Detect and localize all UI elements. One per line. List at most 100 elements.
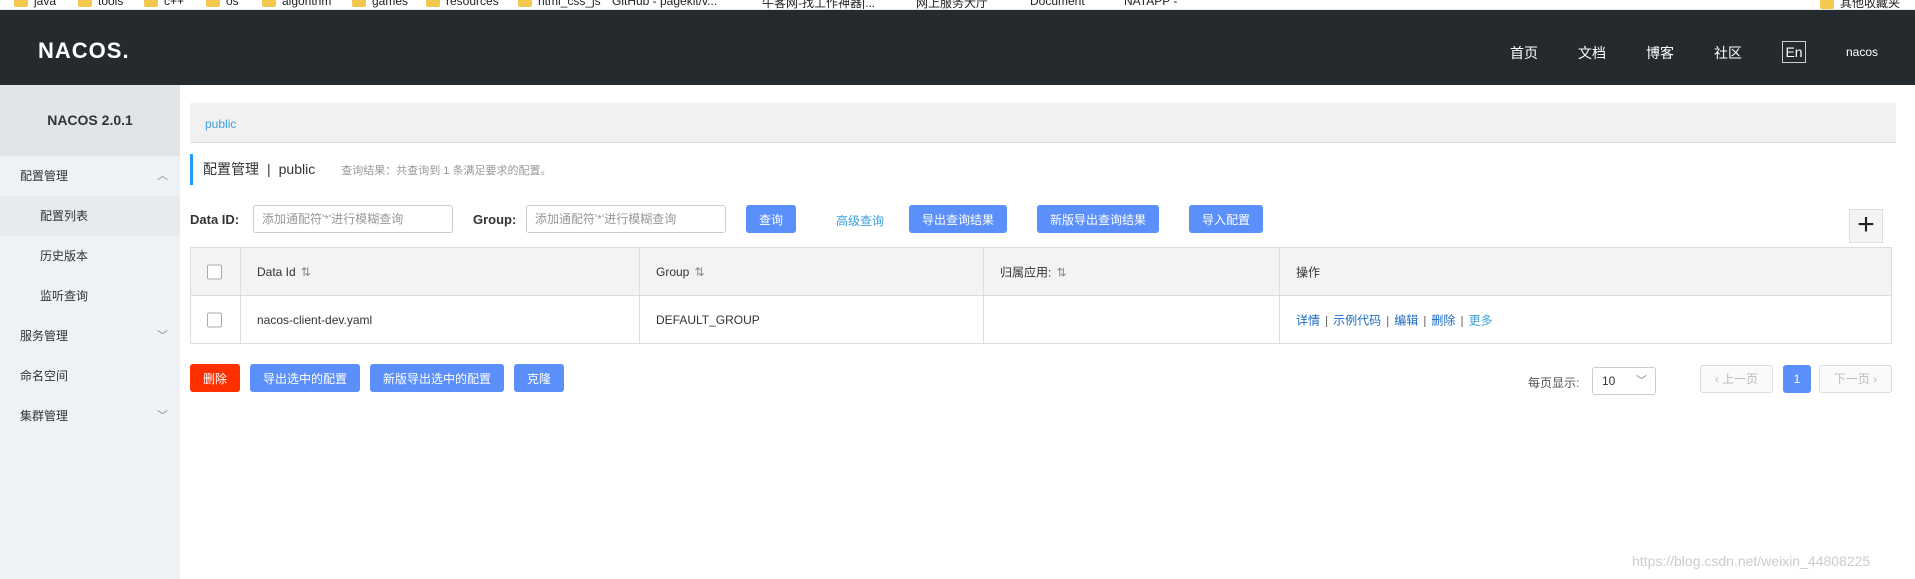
delete-link[interactable]: 删除 [1431,313,1455,327]
per-page-select[interactable]: 10 ﹀ [1592,367,1656,395]
select-all-checkbox[interactable] [207,264,222,279]
table-row: nacos-client-dev.yaml DEFAULT_GROUP 详情 | 示… [191,296,1891,343]
nav-home[interactable]: 首页 [1510,43,1538,63]
prev-page-label: 上一页 [1722,372,1759,386]
sidebar-item-config-list[interactable]: 配置列表 [0,196,180,236]
next-page-label: 下一页 [1833,372,1870,386]
bookmark-item[interactable]: Document [1030,0,1085,8]
language-switch[interactable]: En [1782,41,1806,63]
add-config-button[interactable]: + [1849,209,1883,243]
group-value: DEFAULT_GROUP [656,312,760,327]
sort-icon: ⇅ [694,264,705,279]
sidebar-item-config-management[interactable]: 配置管理 ︿ [0,156,180,196]
page-title: 配置管理 | public 查询结果：共查询到 1 条满足要求的配置。 [190,154,551,185]
sidebar-item-label: 历史版本 [40,249,89,263]
sidebar-item-label: 服务管理 [20,329,69,343]
chevron-down-icon: ﹀ [157,410,168,422]
next-page-button[interactable]: 下一页 › [1819,365,1892,393]
folder-icon [1820,0,1834,9]
folder-icon [262,0,276,8]
nacos-logo[interactable]: NACOS. [38,38,130,64]
chevron-right-icon: › [1869,372,1878,386]
sidebar-item-service-management[interactable]: 服务管理 ﹀ [0,316,180,356]
header-app-label: 归属应用: [1000,265,1052,279]
bookmarks-bar: java tools c++ os algorithm games resour… [0,0,1915,10]
bookmark-item[interactable]: GitHub - pagekit/v... [612,0,717,8]
header-operations: 操作 [1280,248,1891,295]
group-search-input[interactable] [526,205,726,233]
sidebar-item-label: 监听查询 [40,289,89,303]
import-config-button[interactable]: 导入配置 [1189,205,1263,233]
folder-icon [14,0,28,8]
bookmark-item[interactable]: 网上服务大厅 [916,0,988,9]
namespace-public-link[interactable]: public [205,117,236,131]
bookmark-item[interactable]: 牛客网-找工作神器|... [762,0,875,9]
new-export-selected-button[interactable]: 新版导出选中的配置 [370,364,504,392]
page-1-button[interactable]: 1 [1783,365,1811,393]
query-result-text: 查询结果：共查询到 1 条满足要求的配置。 [341,165,552,177]
header-group[interactable]: Group ⇅ [640,248,984,295]
bookmark-item[interactable]: algorithm [262,0,331,8]
dataid-label: Data ID: [190,212,240,227]
bookmark-item[interactable]: html_css_js [518,0,601,8]
query-button[interactable]: 查询 [746,205,796,233]
header-group-label: Group [656,264,690,279]
plus-icon: + [1857,208,1875,241]
chevron-up-icon: ︿ [157,170,168,182]
sidebar-item-listener-query[interactable]: 监听查询 [0,276,180,316]
top-header: NACOS. 首页 文档 博客 社区 En nacos [0,10,1915,85]
folder-icon [518,0,532,8]
delete-selected-button[interactable]: 删除 [190,364,240,392]
config-table: Data Id ⇅ Group ⇅ 归属应用: ⇅ 操作 nacos-client-d… [190,247,1892,344]
sample-code-link[interactable]: 示例代码 [1333,313,1381,327]
nav-blog[interactable]: 博客 [1646,43,1674,63]
sidebar-item-history[interactable]: 历史版本 [0,236,180,276]
header-dataid-label: Data Id [257,264,296,279]
namespace-breadcrumb: public [190,103,1896,143]
row-operations: 详情 | 示例代码 | 编辑 | 删除 | 更多 [1296,313,1493,327]
row-dataid: nacos-client-dev.yaml [241,296,640,343]
header-operations-label: 操作 [1296,265,1321,279]
dataid-search-input[interactable] [253,205,453,233]
bookmark-item[interactable]: tools [78,0,123,8]
version-label: NACOS 2.0.1 [0,85,180,156]
sidebar-item-cluster-management[interactable]: 集群管理 ﹀ [0,396,180,436]
bookmark-item[interactable]: java [14,0,56,8]
sidebar-item-namespace[interactable]: 命名空间 [0,356,180,396]
nav-community[interactable]: 社区 [1714,43,1742,63]
group-label: Group: [473,212,517,227]
details-link[interactable]: 详情 [1296,313,1320,327]
advanced-query-link[interactable]: 高级查询 [836,212,884,229]
dataid-value: nacos-client-dev.yaml [257,312,373,327]
bookmark-item[interactable]: os [206,0,239,8]
sidebar-item-label: 集群管理 [20,409,69,423]
folder-icon [206,0,220,8]
sort-icon: ⇅ [1056,265,1067,279]
bookmark-item[interactable]: c++ [144,0,184,8]
title-separator: | [267,161,271,177]
export-query-results-button[interactable]: 导出查询结果 [909,205,1007,233]
clone-button[interactable]: 克隆 [514,364,564,392]
row-checkbox[interactable] [207,312,222,327]
user-name[interactable]: nacos [1846,45,1878,59]
chevron-down-icon: ﹀ [157,330,168,342]
edit-link[interactable]: 编辑 [1394,313,1418,327]
prev-page-button[interactable]: ‹ 上一页 [1700,365,1773,393]
bookmark-item[interactable]: 其他收藏夹 [1820,0,1900,9]
bookmark-item[interactable]: games [352,0,408,8]
nav-docs[interactable]: 文档 [1578,43,1606,63]
bookmark-item[interactable]: NATAPP - [1124,0,1177,8]
folder-icon [78,0,92,8]
more-link[interactable]: 更多 [1469,313,1493,327]
table-header: Data Id ⇅ Group ⇅ 归属应用: ⇅ 操作 [191,248,1891,296]
title-namespace: public [278,161,316,177]
sidebar-item-label: 命名空间 [20,369,69,383]
header-app[interactable]: 归属应用: ⇅ [984,248,1280,295]
header-dataid[interactable]: Data Id ⇅ [241,248,640,295]
row-checkbox-cell [191,296,241,343]
folder-icon [426,0,440,8]
sidebar: NACOS 2.0.1 配置管理 ︿ 配置列表 历史版本 监听查询 服务管理 ﹀… [0,85,180,579]
export-selected-button[interactable]: 导出选中的配置 [250,364,360,392]
new-export-query-results-button[interactable]: 新版导出查询结果 [1037,205,1159,233]
bookmark-item[interactable]: resources [426,0,499,8]
